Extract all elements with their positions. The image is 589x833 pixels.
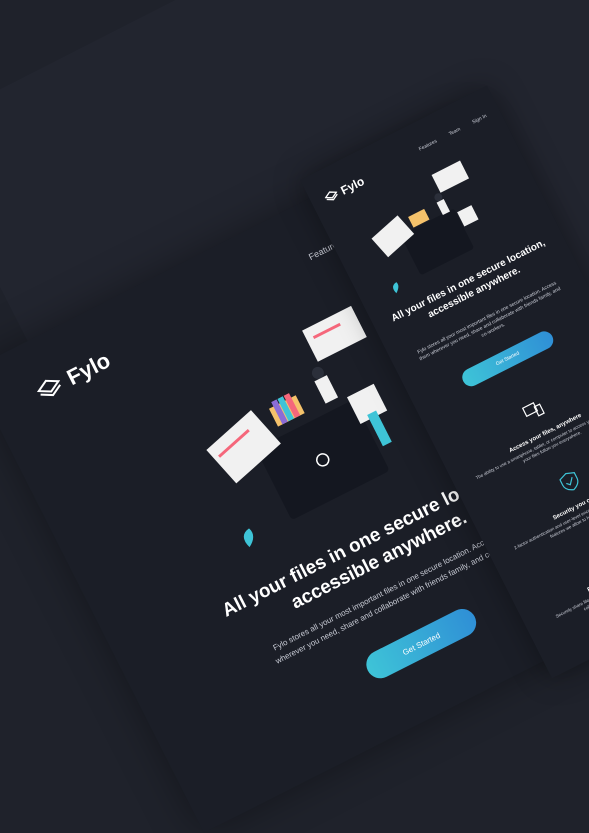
shield-icon	[559, 472, 579, 491]
mobile-nav-team[interactable]: Team	[448, 126, 462, 137]
devices-icon	[521, 402, 545, 418]
mobile-nav-features[interactable]: Features	[418, 138, 438, 152]
fylo-logo-icon	[324, 191, 338, 201]
mobile-brand-logo[interactable]: Fylo	[322, 174, 367, 206]
brand-logo[interactable]: Fylo	[33, 347, 115, 406]
mobile-nav-signin[interactable]: Sign In	[471, 113, 488, 125]
brand-name: Fylo	[62, 347, 115, 391]
fylo-logo-icon	[36, 379, 61, 397]
mobile-brand-name: Fylo	[338, 174, 367, 198]
